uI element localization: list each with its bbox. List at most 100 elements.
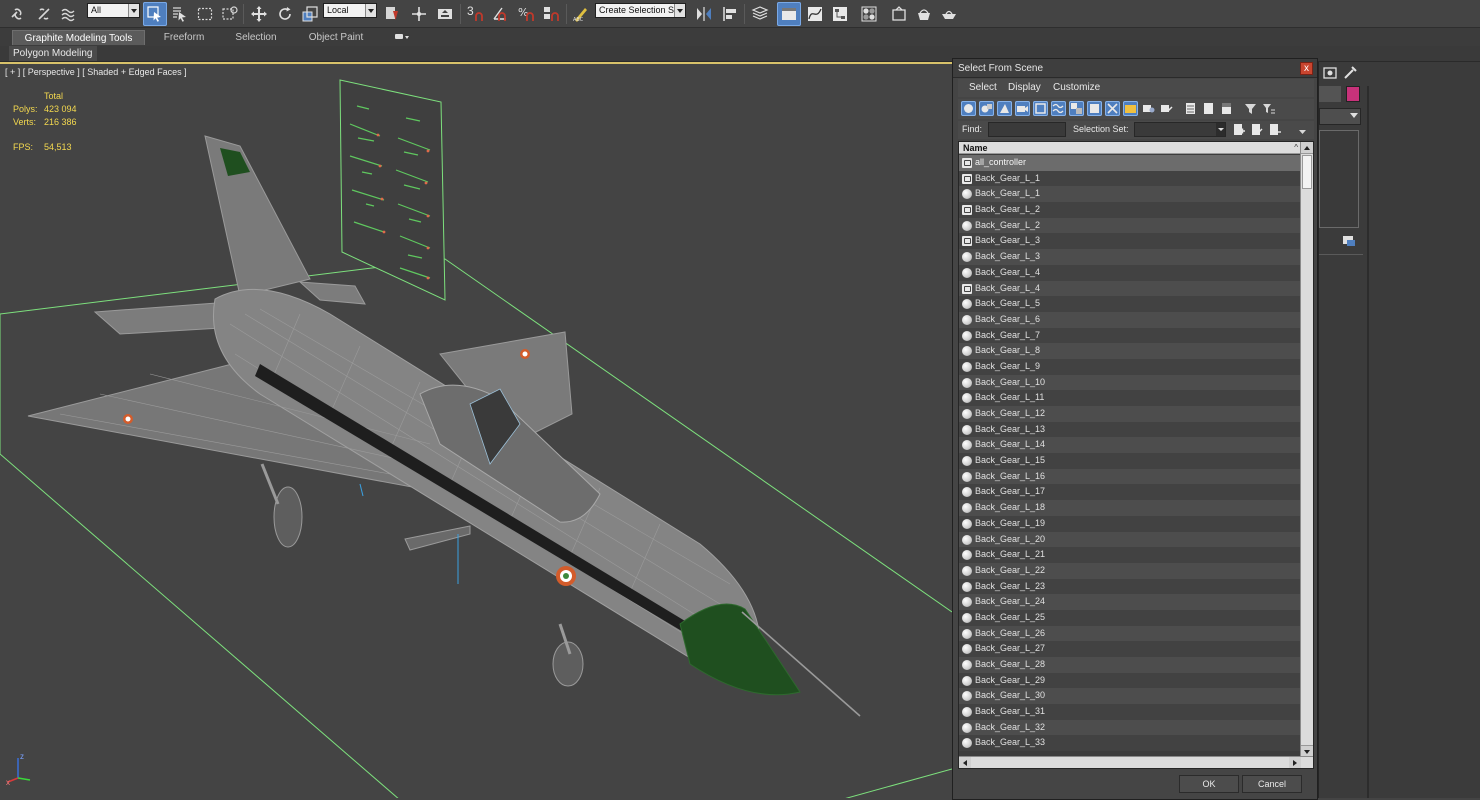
material-editor-icon[interactable] <box>857 2 881 26</box>
list-item[interactable]: Back_Gear_L_7 <box>959 327 1301 344</box>
display-xrefs-icon[interactable] <box>1087 101 1102 116</box>
list-column-header[interactable]: Name ^ <box>959 142 1301 154</box>
display-bones-icon[interactable] <box>1105 101 1120 116</box>
display-cameras-icon[interactable] <box>1015 101 1030 116</box>
display-geometry-icon[interactable] <box>961 101 976 116</box>
render-setup-icon[interactable] <box>887 2 911 26</box>
selection-filter-dropdown[interactable]: All <box>87 3 140 18</box>
list-item[interactable]: Back_Gear_L_5 <box>959 296 1301 312</box>
scroll-right-icon[interactable] <box>1289 757 1301 768</box>
angle-snap-icon[interactable] <box>489 2 513 26</box>
object-color-swatch[interactable] <box>1346 86 1360 102</box>
edit-named-selection-icon[interactable]: ABC <box>569 2 593 26</box>
select-invert-icon[interactable] <box>1219 101 1234 116</box>
list-item[interactable]: Back_Gear_L_11 <box>959 390 1301 406</box>
selection-set-dropdown[interactable] <box>1134 122 1226 137</box>
pivot-center-icon[interactable] <box>380 2 404 26</box>
list-item[interactable]: Back_Gear_L_6 <box>959 311 1301 328</box>
list-item[interactable]: Back_Gear_L_28 <box>959 657 1301 673</box>
select-all-icon[interactable] <box>1183 101 1198 116</box>
add-to-selection-set-icon[interactable] <box>1249 122 1264 137</box>
move-icon[interactable] <box>247 2 271 26</box>
named-selection-set-dropdown[interactable]: Create Selection Se <box>595 3 686 18</box>
modifier-list-dropdown[interactable] <box>1319 108 1361 125</box>
list-item[interactable]: Back_Gear_L_23 <box>959 578 1301 595</box>
create-selection-set-icon[interactable] <box>1231 122 1246 137</box>
cancel-button[interactable]: Cancel <box>1242 775 1302 793</box>
keyboard-shortcut-override-icon[interactable] <box>433 2 457 26</box>
list-item[interactable]: Back_Gear_L_24 <box>959 594 1301 610</box>
list-item[interactable]: Back_Gear_L_30 <box>959 688 1301 705</box>
tab-selection[interactable]: Selection <box>226 30 286 45</box>
viewport-label[interactable]: [ + ] [ Perspective ] [ Shaded + Edged F… <box>5 67 187 77</box>
graphite-modeling-tools-toggle-icon[interactable] <box>777 2 801 26</box>
list-item[interactable]: Back_Gear_L_25 <box>959 609 1301 626</box>
list-item[interactable]: Back_Gear_L_19 <box>959 515 1301 532</box>
display-shapes-icon[interactable] <box>979 101 994 116</box>
scale-icon[interactable] <box>298 2 322 26</box>
vertical-scrollbar[interactable] <box>1300 142 1313 757</box>
percent-snap-icon[interactable]: % <box>514 2 538 26</box>
list-item[interactable]: all_controller <box>959 155 1301 171</box>
tab-freeform[interactable]: Freeform <box>152 30 216 45</box>
layer-manager-icon[interactable] <box>748 2 772 26</box>
link-icon[interactable] <box>6 2 30 26</box>
align-icon[interactable] <box>718 2 742 26</box>
rendered-frame-window-icon[interactable] <box>912 2 936 26</box>
list-item[interactable]: Back_Gear_L_26 <box>959 625 1301 642</box>
ribbon-options-icon[interactable] <box>394 32 410 42</box>
list-item[interactable]: Back_Gear_L_13 <box>959 421 1301 438</box>
select-and-manipulate-icon[interactable] <box>407 2 431 26</box>
rotate-icon[interactable] <box>273 2 297 26</box>
window-crossing-icon[interactable] <box>218 2 242 26</box>
display-helpers-icon[interactable] <box>1033 101 1048 116</box>
list-item[interactable]: Back_Gear_L_9 <box>959 358 1301 375</box>
horizontal-scrollbar[interactable] <box>959 756 1313 768</box>
tab-graphite-modeling-tools[interactable]: Graphite Modeling Tools <box>12 30 145 45</box>
snaps-toggle-icon[interactable]: 3 <box>464 2 488 26</box>
list-item[interactable]: Back_Gear_L_17 <box>959 484 1301 501</box>
filter-options-icon[interactable] <box>1261 101 1276 116</box>
list-item[interactable]: Back_Gear_L_2 <box>959 217 1301 234</box>
display-containers-icon[interactable] <box>1123 101 1138 116</box>
list-item[interactable]: Back_Gear_L_29 <box>959 672 1301 689</box>
select-object-icon[interactable] <box>143 2 167 26</box>
list-item[interactable]: Back_Gear_L_15 <box>959 453 1301 469</box>
render-production-icon[interactable] <box>937 2 961 26</box>
spinner-snap-icon[interactable] <box>539 2 563 26</box>
reference-coordinate-dropdown[interactable]: Local <box>323 3 377 18</box>
name-field[interactable] <box>1319 86 1341 102</box>
select-none-icon[interactable] <box>1201 101 1216 116</box>
list-item[interactable]: Back_Gear_L_2 <box>959 202 1301 218</box>
list-item[interactable]: Back_Gear_L_16 <box>959 468 1301 485</box>
configure-modifier-sets-icon[interactable] <box>1341 234 1357 248</box>
curve-editor-icon[interactable] <box>803 2 827 26</box>
list-item[interactable]: Back_Gear_L_1 <box>959 170 1301 187</box>
mirror-icon[interactable] <box>692 2 716 26</box>
list-item[interactable]: Back_Gear_L_10 <box>959 374 1301 391</box>
menu-display[interactable]: Display <box>1008 82 1041 93</box>
display-lights-icon[interactable] <box>997 101 1012 116</box>
unlink-icon[interactable] <box>32 2 56 26</box>
list-item[interactable]: Back_Gear_L_33 <box>959 735 1301 752</box>
display-space-warps-icon[interactable] <box>1051 101 1066 116</box>
modifier-stack[interactable] <box>1319 130 1359 228</box>
list-item[interactable]: Back_Gear_L_3 <box>959 249 1301 265</box>
select-by-name-icon[interactable] <box>168 2 192 26</box>
list-item[interactable]: Back_Gear_L_1 <box>959 186 1301 203</box>
list-item[interactable]: Back_Gear_L_12 <box>959 406 1301 422</box>
list-item[interactable]: Back_Gear_L_22 <box>959 562 1301 579</box>
list-item[interactable]: Back_Gear_L_8 <box>959 343 1301 359</box>
list-item[interactable]: Back_Gear_L_31 <box>959 704 1301 720</box>
display-hidden-icon[interactable] <box>1159 101 1174 116</box>
name-column-header[interactable]: Name <box>963 142 988 154</box>
list-item[interactable]: Back_Gear_L_18 <box>959 500 1301 516</box>
remove-from-selection-set-icon[interactable] <box>1267 122 1282 137</box>
list-item[interactable]: Back_Gear_L_32 <box>959 719 1301 736</box>
menu-select[interactable]: Select <box>969 82 997 93</box>
list-item[interactable]: Back_Gear_L_4 <box>959 264 1301 281</box>
scroll-up-icon[interactable] <box>1301 142 1313 154</box>
find-input[interactable] <box>988 122 1066 137</box>
scroll-thumb[interactable] <box>1302 155 1312 189</box>
list-item[interactable]: Back_Gear_L_20 <box>959 531 1301 548</box>
